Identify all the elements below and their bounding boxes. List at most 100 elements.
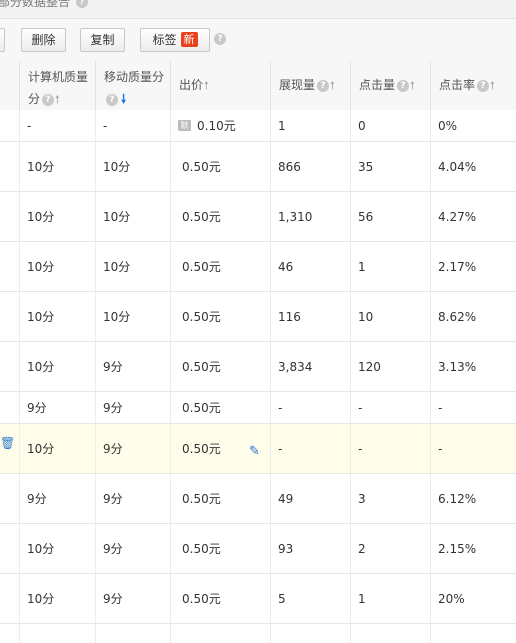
- bid-strategy-icon: 默: [178, 120, 191, 131]
- impressions-cell: 5: [278, 591, 286, 606]
- bid-cell[interactable]: 0.50元: [170, 474, 270, 523]
- impressions-cell: 93: [278, 541, 294, 556]
- mobile-quality-cell: 9分: [103, 492, 123, 506]
- column-label: 点击量: [359, 78, 396, 92]
- column-pc-quality[interactable]: 计算机质量 分? 🠕: [19, 61, 95, 110]
- help-icon[interactable]: ?: [317, 79, 330, 92]
- mobile-quality-cell: 9分: [103, 542, 123, 556]
- data-merge-notice: 部分数据整合 ?: [0, 0, 516, 19]
- bid-value: 0.10元: [197, 119, 236, 133]
- ctr-cell: 4.04%: [438, 159, 477, 174]
- clicks-cell: 35: [358, 159, 374, 174]
- table-row[interactable]: 10分 10分 0.50元 866 35 4.04%: [0, 142, 516, 192]
- bid-cell[interactable]: 0.50元: [170, 192, 270, 241]
- clicks-cell: -: [358, 400, 363, 415]
- mobile-quality-cell: -: [103, 118, 108, 133]
- ctr-cell: -: [438, 441, 443, 456]
- bid-cell[interactable]: 0.50元: [170, 524, 270, 573]
- table-row[interactable]: 9分 9分 0.50元 - - -: [0, 392, 516, 424]
- ctr-cell: 8.62%: [438, 309, 477, 324]
- table-row[interactable]: 10分 10分 0.50元 46 1 2.17%: [0, 242, 516, 292]
- bid-cell[interactable]: 0.50元: [170, 142, 270, 191]
- tag-label: 标签: [152, 33, 177, 47]
- mobile-quality-cell: 10分: [103, 160, 131, 174]
- ctr-cell: 2.17%: [438, 259, 477, 274]
- mobile-quality-cell: 9分: [103, 401, 123, 415]
- pc-quality-cell: 10分: [27, 160, 55, 174]
- bid-cell[interactable]: 0.50元: [170, 292, 270, 341]
- impressions-cell: -: [278, 441, 283, 456]
- table-row[interactable]: [0, 624, 516, 643]
- impressions-cell: 3,834: [278, 359, 313, 374]
- table-row[interactable]: 10分 9分 0.50元 5 1 20%: [0, 574, 516, 624]
- column-mobile-quality[interactable]: 移动质量分 ? 🠗: [95, 61, 170, 110]
- new-badge: 新: [180, 32, 198, 47]
- column-bid[interactable]: 出价🠕: [170, 61, 270, 110]
- mobile-quality-cell: 10分: [103, 260, 131, 274]
- help-icon[interactable]: ?: [214, 33, 226, 45]
- sort-up-icon[interactable]: 🠕: [204, 79, 209, 92]
- pc-quality-cell: 9分: [27, 492, 47, 506]
- table-row[interactable]: 10分 10分 0.50元 1,310 56 4.27%: [0, 192, 516, 242]
- mobile-quality-cell: 9分: [103, 442, 123, 456]
- ctr-cell: -: [438, 400, 443, 415]
- column-clicks[interactable]: 点击量? 🠕: [350, 61, 430, 110]
- sort-up-icon[interactable]: 🠕: [330, 79, 335, 92]
- table-row[interactable]: 10分 10分 0.50元 116 10 8.62%: [0, 292, 516, 342]
- pc-quality-cell: 10分: [27, 260, 55, 274]
- table-row[interactable]: 10分 9分 0.50元 93 2 2.15%: [0, 524, 516, 574]
- table-row[interactable]: 9分 9分 0.50元 49 3 6.12%: [0, 474, 516, 524]
- toolbar: 删除 复制 标签新 ?: [0, 19, 516, 62]
- delete-button[interactable]: 删除: [21, 28, 66, 52]
- table-row[interactable]: 🗑 10分 9分 0.50元 ✎ - - -: [0, 424, 516, 474]
- sort-up-icon[interactable]: 🠕: [55, 93, 60, 106]
- pc-quality-cell: 9分: [27, 401, 47, 415]
- ctr-cell: 3.13%: [438, 359, 477, 374]
- ctr-cell: 4.27%: [438, 209, 477, 224]
- impressions-cell: 1,310: [278, 209, 313, 224]
- bid-cell[interactable]: 0.50元: [170, 342, 270, 391]
- sort-down-icon[interactable]: 🠗: [121, 92, 126, 106]
- clicks-cell: 56: [358, 209, 374, 224]
- sort-up-icon[interactable]: 🠕: [490, 79, 495, 92]
- help-icon[interactable]: ?: [42, 93, 55, 106]
- mobile-quality-cell: 9分: [103, 592, 123, 606]
- pc-quality-cell: 10分: [27, 542, 55, 556]
- copy-button[interactable]: 复制: [80, 28, 125, 52]
- pc-quality-cell: 10分: [27, 310, 55, 324]
- mobile-quality-cell: 10分: [103, 210, 131, 224]
- edit-icon[interactable]: ✎: [249, 444, 260, 459]
- previous-button[interactable]: [0, 28, 5, 52]
- impressions-cell: 116: [278, 309, 301, 324]
- help-icon[interactable]: ?: [106, 93, 118, 106]
- pc-quality-cell: 10分: [27, 442, 55, 456]
- column-label: 计算机质量: [28, 70, 89, 84]
- clicks-cell: 120: [358, 359, 381, 374]
- mobile-quality-cell: 9分: [103, 360, 123, 374]
- column-ctr[interactable]: 点击率? 🠕: [430, 61, 516, 110]
- help-icon[interactable]: ?: [477, 79, 490, 92]
- help-icon[interactable]: ?: [397, 79, 410, 92]
- impressions-cell: 49: [278, 491, 294, 506]
- sort-up-icon[interactable]: 🠕: [410, 79, 415, 92]
- impressions-cell: 46: [278, 259, 294, 274]
- clicks-cell: 0: [358, 118, 366, 133]
- table-row[interactable]: - - 默 0.10元 1 0 0%: [0, 110, 516, 142]
- column-label: 出价: [179, 78, 204, 92]
- pc-quality-cell: 10分: [27, 210, 55, 224]
- bid-cell[interactable]: 0.50元: [170, 392, 270, 423]
- pc-quality-cell: 10分: [27, 592, 55, 606]
- tag-button[interactable]: 标签新: [140, 28, 210, 52]
- pc-quality-cell: 10分: [27, 360, 55, 374]
- clicks-cell: -: [358, 441, 363, 456]
- table-row[interactable]: 10分 9分 0.50元 3,834 120 3.13%: [0, 342, 516, 392]
- help-icon[interactable]: ?: [76, 0, 88, 8]
- column-impressions[interactable]: 展现量? 🠕: [270, 61, 350, 110]
- bid-cell[interactable]: 默 0.10元: [170, 110, 270, 141]
- bid-cell[interactable]: 0.50元: [170, 574, 270, 623]
- clicks-cell: 1: [358, 259, 366, 274]
- clicks-cell: 10: [358, 309, 374, 324]
- bid-cell[interactable]: 0.50元: [170, 242, 270, 291]
- ctr-cell: 20%: [438, 591, 465, 606]
- delete-icon[interactable]: 🗑: [0, 436, 15, 450]
